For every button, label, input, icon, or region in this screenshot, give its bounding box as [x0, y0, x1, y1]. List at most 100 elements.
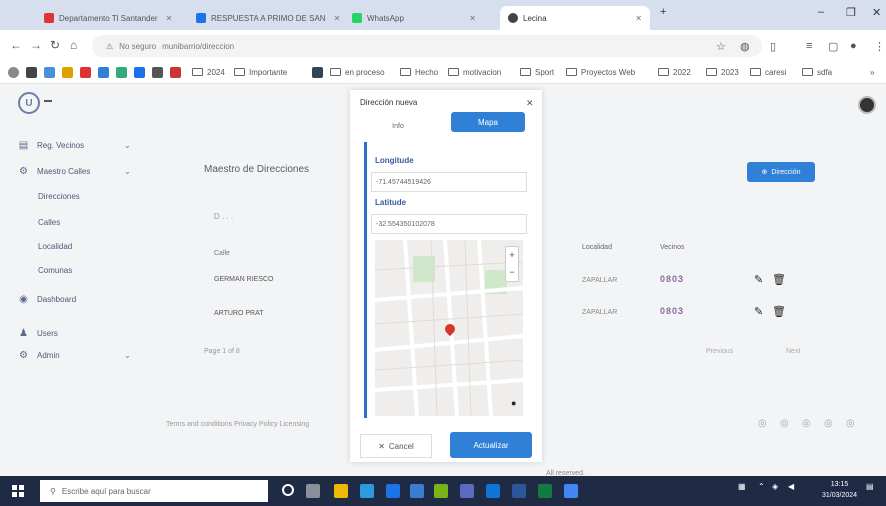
bookmark-icon[interactable]: [116, 67, 127, 78]
edge-icon[interactable]: [386, 484, 400, 498]
sidebar-item-maestro-calles[interactable]: ⚙ Maestro Calles ⌄: [18, 166, 131, 177]
more-bookmarks-icon[interactable]: »: [870, 68, 874, 77]
bookmark-icon[interactable]: [134, 67, 145, 78]
calc-icon[interactable]: [538, 484, 552, 498]
browser-icon[interactable]: [564, 484, 578, 498]
zoom-control[interactable]: + −: [505, 246, 519, 282]
app-icon[interactable]: [460, 484, 474, 498]
browser-tab[interactable]: RESPUESTA A PRIMO DE SAN ✕: [188, 6, 340, 30]
network-icon[interactable]: ◈: [772, 482, 778, 491]
bookmark-icon[interactable]: [26, 67, 37, 78]
browser-tab[interactable]: WhatsApp ✕: [344, 6, 484, 30]
sidebar-item-admin[interactable]: ⚙ Admin ⌄: [18, 350, 131, 361]
new-tab-icon[interactable]: +: [660, 6, 666, 18]
sidebar-subitem-localidad[interactable]: Localidad: [38, 242, 72, 251]
app-logo-icon[interactable]: U: [18, 92, 40, 114]
close-icon[interactable]: ✕: [526, 98, 534, 109]
bookmark-folder[interactable]: en proceso: [330, 68, 385, 77]
extension-icon[interactable]: ◍: [740, 40, 750, 53]
back-icon[interactable]: ←: [10, 38, 22, 52]
clock[interactable]: 13:15 31/03/2024: [822, 479, 857, 501]
sidebar-item-reg-vecinos[interactable]: ▤ Reg. Vecinos ⌄: [18, 140, 131, 151]
table-row[interactable]: ARTURO PRAT: [214, 310, 264, 317]
bookmark-folder[interactable]: Proyectos Web: [566, 68, 635, 77]
word-icon[interactable]: [512, 484, 526, 498]
excel-icon[interactable]: [434, 484, 448, 498]
bookmark-folder[interactable]: motivacion: [448, 68, 501, 77]
tray-icon[interactable]: ▦: [738, 482, 746, 491]
zoom-in-icon[interactable]: +: [506, 247, 518, 264]
profile-icon[interactable]: ●: [850, 40, 857, 52]
bookmark-folder[interactable]: sdfa: [802, 68, 832, 77]
task-view-icon[interactable]: [306, 484, 320, 498]
bookmark-folder[interactable]: caresi: [750, 68, 786, 77]
instagram-icon[interactable]: ◎: [780, 418, 789, 429]
update-button[interactable]: Actualizar: [450, 432, 532, 458]
edit-icon[interactable]: ✎: [754, 273, 763, 286]
close-tab-icon[interactable]: ✕: [326, 14, 340, 23]
bookmark-icon[interactable]: [62, 67, 73, 78]
map-view[interactable]: + − ●: [375, 240, 523, 416]
sidebar-item-users[interactable]: ♟ Users: [18, 328, 58, 339]
footer-links[interactable]: Terms and conditions Privacy Policy Lice…: [166, 421, 309, 428]
chevron-down-icon[interactable]: ⌄: [124, 351, 131, 360]
zoom-out-icon[interactable]: −: [506, 264, 518, 281]
dribbble-icon[interactable]: ◎: [846, 418, 855, 429]
chevron-down-icon[interactable]: ⌄: [124, 167, 131, 176]
forward-icon[interactable]: →: [30, 38, 42, 52]
reload-icon[interactable]: ↻: [50, 38, 60, 52]
close-window-icon[interactable]: ✕: [872, 6, 881, 19]
delete-icon[interactable]: 🗑: [772, 305, 786, 318]
home-icon[interactable]: ⌂: [70, 38, 77, 52]
minimize-icon[interactable]: –: [818, 6, 824, 18]
sidebar-subitem-direcciones[interactable]: Direcciones: [38, 192, 80, 201]
bookmark-icon[interactable]: [152, 67, 163, 78]
vscode-icon[interactable]: [486, 484, 500, 498]
add-direccion-button[interactable]: ⊕ Dirección: [747, 162, 815, 182]
store-icon[interactable]: [410, 484, 424, 498]
bookmark-icon[interactable]: [98, 67, 109, 78]
browser-tab-active[interactable]: Lecina ✕: [500, 6, 650, 30]
delete-icon[interactable]: 🗑: [772, 273, 786, 286]
avatar[interactable]: [858, 96, 876, 114]
chevron-down-icon[interactable]: ⌄: [124, 141, 131, 150]
close-tab-icon[interactable]: ✕: [461, 14, 476, 23]
close-tab-icon[interactable]: ✕: [158, 14, 173, 23]
close-tab-icon[interactable]: ✕: [627, 14, 642, 23]
latitud-field[interactable]: -32.554350102078: [371, 214, 527, 234]
cortana-icon[interactable]: [282, 484, 294, 496]
bookmark-folder[interactable]: 2024: [192, 68, 225, 77]
star-icon[interactable]: ☆: [716, 40, 726, 53]
volume-icon[interactable]: ◀: [788, 482, 794, 491]
bookmark-icon[interactable]: [312, 67, 323, 78]
previous-page-link[interactable]: Previous: [706, 348, 733, 355]
bookmark-folder[interactable]: Hecho: [400, 68, 438, 77]
edit-icon[interactable]: ✎: [754, 305, 763, 318]
more-icon[interactable]: ⋮: [874, 40, 885, 53]
facebook-icon[interactable]: ◎: [758, 418, 767, 429]
windows-start-icon[interactable]: [12, 485, 24, 497]
bookmark-folder[interactable]: 2022: [658, 68, 691, 77]
twitter-icon[interactable]: ◎: [802, 418, 811, 429]
bookmark-icon[interactable]: [8, 67, 19, 78]
longitud-field[interactable]: -71.45744519426: [371, 172, 527, 192]
bookmark-folder[interactable]: 2023: [706, 68, 739, 77]
cancel-button[interactable]: ✕ Cancel: [360, 434, 432, 458]
bookmark-icon[interactable]: [80, 67, 91, 78]
tab-info[interactable]: Info: [370, 116, 426, 136]
search-input[interactable]: D . . .: [214, 212, 233, 221]
reading-list-icon[interactable]: ▯: [770, 40, 776, 53]
bookmark-folder[interactable]: Sport: [520, 68, 554, 77]
next-page-link[interactable]: Next: [786, 348, 800, 355]
maximize-icon[interactable]: ❐: [846, 6, 856, 19]
github-icon[interactable]: ◎: [824, 418, 833, 429]
menu-list-icon[interactable]: ≡: [806, 40, 812, 52]
browser-tab[interactable]: Departamento Tl Santander ✕: [36, 6, 180, 30]
bookmark-icon[interactable]: [44, 67, 55, 78]
chrome-icon[interactable]: [360, 484, 374, 498]
bookmark-folder[interactable]: Importante: [234, 68, 287, 77]
chevron-up-icon[interactable]: ⌃: [758, 482, 765, 491]
sidebar-item-dashboard[interactable]: ◉ Dashboard: [18, 294, 76, 305]
url-input[interactable]: ⚠ No seguro munibarrio/direccion: [92, 35, 762, 57]
file-explorer-icon[interactable]: [334, 484, 348, 498]
